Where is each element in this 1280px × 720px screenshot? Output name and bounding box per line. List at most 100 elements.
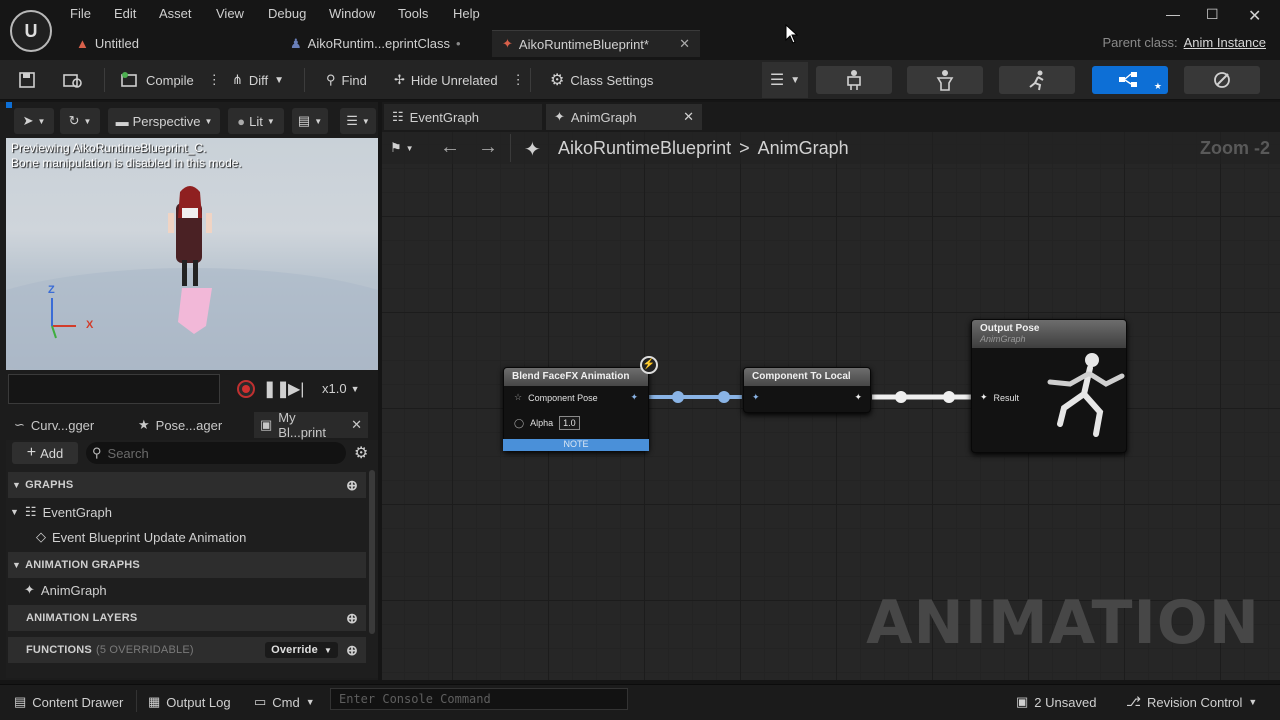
save-icon[interactable] — [18, 66, 36, 94]
diff-label: Diff — [248, 72, 269, 88]
toolbar-separator — [304, 68, 305, 92]
search-icon: ⚲ — [92, 445, 102, 460]
drawer-icon: ▤ — [14, 694, 27, 709]
output-log-label: Output Log — [166, 694, 231, 710]
section-graphs[interactable]: ▼ GRAPHS ⊕ — [8, 472, 366, 498]
diff-button[interactable]: ⋔ Diff ▼ — [232, 66, 284, 94]
node-note-bar: NOTE — [503, 439, 649, 451]
tab-my-blueprint[interactable]: ▣ My Bl...print ✕ — [254, 410, 368, 440]
menu-debug[interactable]: Debug — [268, 6, 306, 24]
tree-item-animgraph[interactable]: ✦ AnimGraph — [24, 578, 107, 602]
running-figure-icon: ✦ — [24, 582, 35, 597]
blueprint-mode-button[interactable]: ★ — [1092, 66, 1168, 94]
cmd-label: Cmd — [272, 694, 300, 710]
close-tab-icon[interactable]: ✕ — [351, 417, 362, 433]
timeline-field[interactable] — [8, 374, 220, 404]
node-component-to-local[interactable]: Component To Local ✦ ✦ — [743, 367, 871, 413]
more-options-icon[interactable]: ⋮ — [512, 72, 525, 88]
console-input[interactable]: Enter Console Command — [330, 688, 628, 710]
find-button[interactable]: ⚲ Find — [326, 66, 367, 94]
close-window-icon[interactable]: ✕ — [1248, 6, 1261, 26]
unreal-logo-icon[interactable]: U — [10, 10, 52, 52]
section-functions[interactable]: FUNCTIONS (5 OVERRIDABLE) Override ▼ ⊕ — [8, 637, 366, 663]
select-mode-button[interactable]: ➤ ▼ — [14, 108, 54, 134]
hamburger-menu-button[interactable]: ☰ ▼ — [762, 62, 808, 98]
mesh-mode-button[interactable] — [907, 66, 983, 94]
tree-item-event-update[interactable]: ◇ Event Blueprint Update Animation — [36, 525, 246, 549]
tab-label: Curv...gger — [30, 417, 95, 433]
modified-dot: • — [455, 36, 461, 51]
graph-canvas[interactable]: ⚑ ▼ ← → ✦ AikoRuntimeBlueprint > AnimGra… — [382, 132, 1280, 680]
cmd-dropdown[interactable]: ▭ Cmd ▼ — [254, 692, 315, 712]
node-output-pose[interactable]: Output Pose AnimGraph ✦ Result — [971, 319, 1127, 453]
hide-unrelated-button[interactable]: ✢ Hide Unrelated ⋮ — [394, 66, 525, 94]
menu-view[interactable]: View — [216, 6, 244, 24]
doc-tab-untitled[interactable]: ▲ Untitled — [66, 30, 149, 57]
doc-tab-label: Untitled — [94, 36, 139, 51]
record-button[interactable] — [237, 380, 255, 398]
physics-mode-button[interactable] — [1184, 66, 1260, 94]
panel-scrollbar[interactable] — [369, 470, 375, 634]
close-tab-icon[interactable]: ✕ — [679, 36, 690, 52]
toolbar-separator — [104, 68, 105, 92]
add-button[interactable]: + Add — [12, 442, 78, 464]
menu-edit[interactable]: Edit — [114, 6, 136, 24]
animation-mode-button[interactable] — [999, 66, 1075, 94]
content-drawer-button[interactable]: ▤ Content Drawer — [14, 692, 123, 712]
transform-button[interactable]: ↻ ▼ — [60, 108, 100, 134]
menu-asset[interactable]: Asset — [159, 6, 192, 24]
perspective-button[interactable]: ▬ Perspective ▼ — [108, 108, 220, 134]
parent-class-label: Parent class: — [1102, 35, 1178, 50]
browse-icon[interactable] — [62, 66, 84, 94]
pin-component-pose[interactable]: ☆ Component Pose — [514, 392, 598, 403]
pause-icon[interactable]: ❚❚ — [263, 379, 290, 399]
minimize-icon[interactable]: — — [1166, 6, 1180, 22]
revision-control-button[interactable]: ⎇ Revision Control ▼ — [1126, 692, 1257, 712]
doc-tab-blueprint-class[interactable]: ♟ AikoRuntim...eprintClass • — [280, 30, 471, 57]
tab-curve-debugger[interactable]: ∽ Curv...gger — [8, 412, 132, 438]
class-settings-button[interactable]: ⚙ Class Settings — [550, 66, 653, 94]
pin-in-pose[interactable]: ✦ — [752, 392, 760, 403]
compile-button[interactable]: Compile ⋮ — [120, 66, 221, 94]
menu-file[interactable]: File — [70, 6, 91, 24]
maximize-icon[interactable]: ☐ — [1206, 6, 1219, 23]
tab-eventgraph[interactable]: ☷ EventGraph — [384, 104, 542, 130]
add-circle-icon[interactable]: ⊕ — [346, 610, 358, 627]
settings-gear-icon[interactable]: ⚙ — [354, 443, 368, 463]
show-flags-button[interactable]: ▤ ▼ — [292, 108, 328, 134]
preview-viewport[interactable]: Previewing AikoRuntimeBlueprint_C. Bone … — [6, 138, 378, 370]
search-input[interactable]: ⚲ Search — [86, 442, 346, 464]
section-animation-layers[interactable]: ANIMATION LAYERS ⊕ — [8, 605, 366, 631]
menu-window[interactable]: Window — [329, 6, 375, 24]
viewport-options-button[interactable]: ☰ ▼ — [340, 108, 376, 134]
menu-tools[interactable]: Tools — [398, 6, 428, 24]
playback-speed[interactable]: x1.0 ▼ — [322, 381, 360, 396]
node-blend-facefx[interactable]: Blend FaceFX Animation ☆ Component Pose … — [503, 367, 649, 451]
skeleton-mode-button[interactable] — [816, 66, 892, 94]
lit-button[interactable]: ● Lit ▼ — [228, 108, 284, 134]
pin-out-pose[interactable]: ✦ — [854, 392, 862, 403]
unsaved-icon: ▣ — [1016, 694, 1029, 709]
alpha-value-input[interactable]: 1.0 — [559, 416, 580, 430]
pin-out-pose[interactable]: ✦ — [630, 392, 638, 403]
override-dropdown[interactable]: Override ▼ — [265, 642, 339, 658]
tab-animgraph[interactable]: ✦ AnimGraph ✕ — [546, 104, 702, 130]
tree-item-eventgraph[interactable]: ▼ ☷ EventGraph — [10, 500, 112, 524]
viewport-info: Previewing AikoRuntimeBlueprint_C. Bone … — [11, 141, 242, 171]
pin-result[interactable]: ✦ Result — [980, 392, 1019, 403]
unsaved-button[interactable]: ▣ 2 Unsaved — [1016, 692, 1096, 712]
add-circle-icon[interactable]: ⊕ — [346, 477, 358, 494]
section-animation-graphs[interactable]: ▼ ANIMATION GRAPHS — [8, 552, 366, 578]
doc-tab-anim-blueprint[interactable]: ✦ AikoRuntimeBlueprint* ✕ — [492, 30, 700, 57]
tab-pose-watch-manager[interactable]: ★ Pose...ager — [132, 412, 252, 438]
menu-help[interactable]: Help — [453, 6, 480, 24]
rotate-icon: ↻ — [68, 113, 80, 128]
step-forward-icon[interactable]: ▶| — [288, 379, 304, 399]
section-label: ANIMATION GRAPHS — [25, 559, 140, 571]
output-log-button[interactable]: ▦ Output Log — [148, 692, 231, 712]
more-options-icon[interactable]: ⋮ — [208, 72, 221, 88]
pin-alpha[interactable]: ◯ Alpha 1.0 — [514, 416, 580, 430]
close-tab-icon[interactable]: ✕ — [683, 109, 694, 125]
add-circle-icon[interactable]: ⊕ — [346, 642, 358, 659]
parent-class-link[interactable]: Anim Instance — [1184, 35, 1266, 50]
